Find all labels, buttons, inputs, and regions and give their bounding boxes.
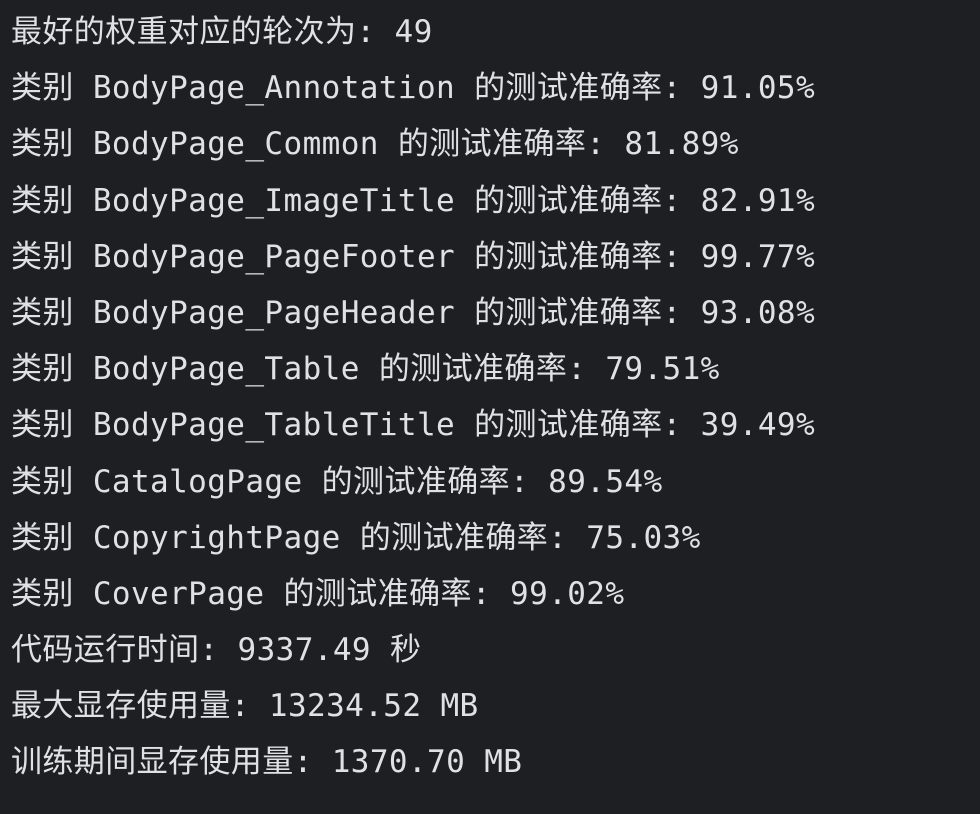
accuracy-line-bodypage-common: 类别 BodyPage_Common 的测试准确率: 81.89% xyxy=(11,126,739,163)
accuracy-line-catalogpage: 类别 CatalogPage 的测试准确率: 89.54% xyxy=(11,463,663,500)
accuracy-line-bodypage-imagetitle: 类别 BodyPage_ImageTitle 的测试准确率: 82.91% xyxy=(11,182,816,219)
accuracy-line-bodypage-pagefooter: 类别 BodyPage_PageFooter 的测试准确率: 99.77% xyxy=(11,238,816,275)
accuracy-line-bodypage-table: 类别 BodyPage_Table 的测试准确率: 79.51% xyxy=(11,351,720,388)
runtime-line: 代码运行时间: 9337.49 秒 xyxy=(11,632,422,669)
accuracy-line-bodypage-annotation: 类别 BodyPage_Annotation 的测试准确率: 91.05% xyxy=(11,70,816,107)
best-epoch-line: 最好的权重对应的轮次为: 49 xyxy=(11,14,433,50)
accuracy-line-copyrightpage: 类别 CopyrightPage 的测试准确率: 75.03% xyxy=(11,519,701,556)
accuracy-line-coverpage: 类别 CoverPage 的测试准确率: 99.02% xyxy=(11,575,625,612)
accuracy-line-bodypage-pageheader: 类别 BodyPage_PageHeader 的测试准确率: 93.08% xyxy=(11,294,816,331)
max-memory-line: 最大显存使用量: 13234.52 MB xyxy=(11,688,479,725)
terminal-output: 最好的权重对应的轮次为: 49 类别 BodyPage_Annotation 的… xyxy=(0,0,980,814)
training-memory-line: 训练期间显存使用量: 1370.70 MB xyxy=(11,744,523,781)
accuracy-line-bodypage-tabletitle: 类别 BodyPage_TableTitle 的测试准确率: 39.49% xyxy=(11,407,816,444)
